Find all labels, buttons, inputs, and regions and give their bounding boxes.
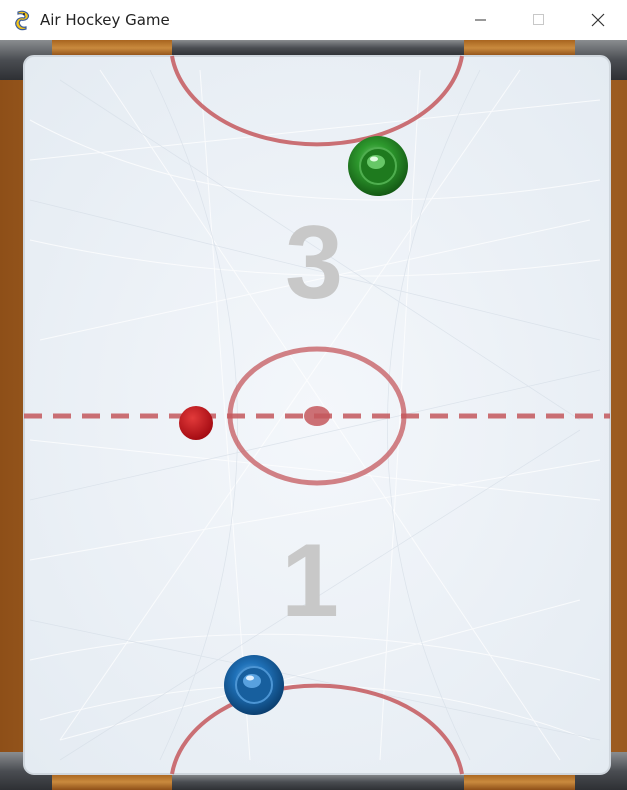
score-bottom: 1 [281, 523, 339, 639]
minimize-icon [475, 19, 486, 21]
bottom-goal [172, 774, 464, 790]
puck[interactable] [179, 406, 213, 440]
score-top: 3 [285, 205, 343, 321]
bottom-mallet[interactable] [224, 655, 284, 715]
minimize-button[interactable] [452, 0, 510, 40]
window-title: Air Hockey Game [40, 11, 170, 29]
close-button[interactable] [569, 0, 627, 40]
top-goal [172, 40, 464, 56]
air-hockey-table[interactable]: 3 1 [0, 40, 627, 790]
app-window: Air Hockey Game 3 1 [0, 0, 627, 790]
close-icon [591, 13, 605, 27]
center-dot [304, 406, 330, 426]
top-mallet[interactable] [348, 136, 408, 196]
title-bar[interactable]: Air Hockey Game [0, 0, 627, 40]
maximize-icon [533, 14, 544, 25]
maximize-button[interactable] [510, 0, 568, 40]
pygame-snake-icon [15, 10, 30, 31]
